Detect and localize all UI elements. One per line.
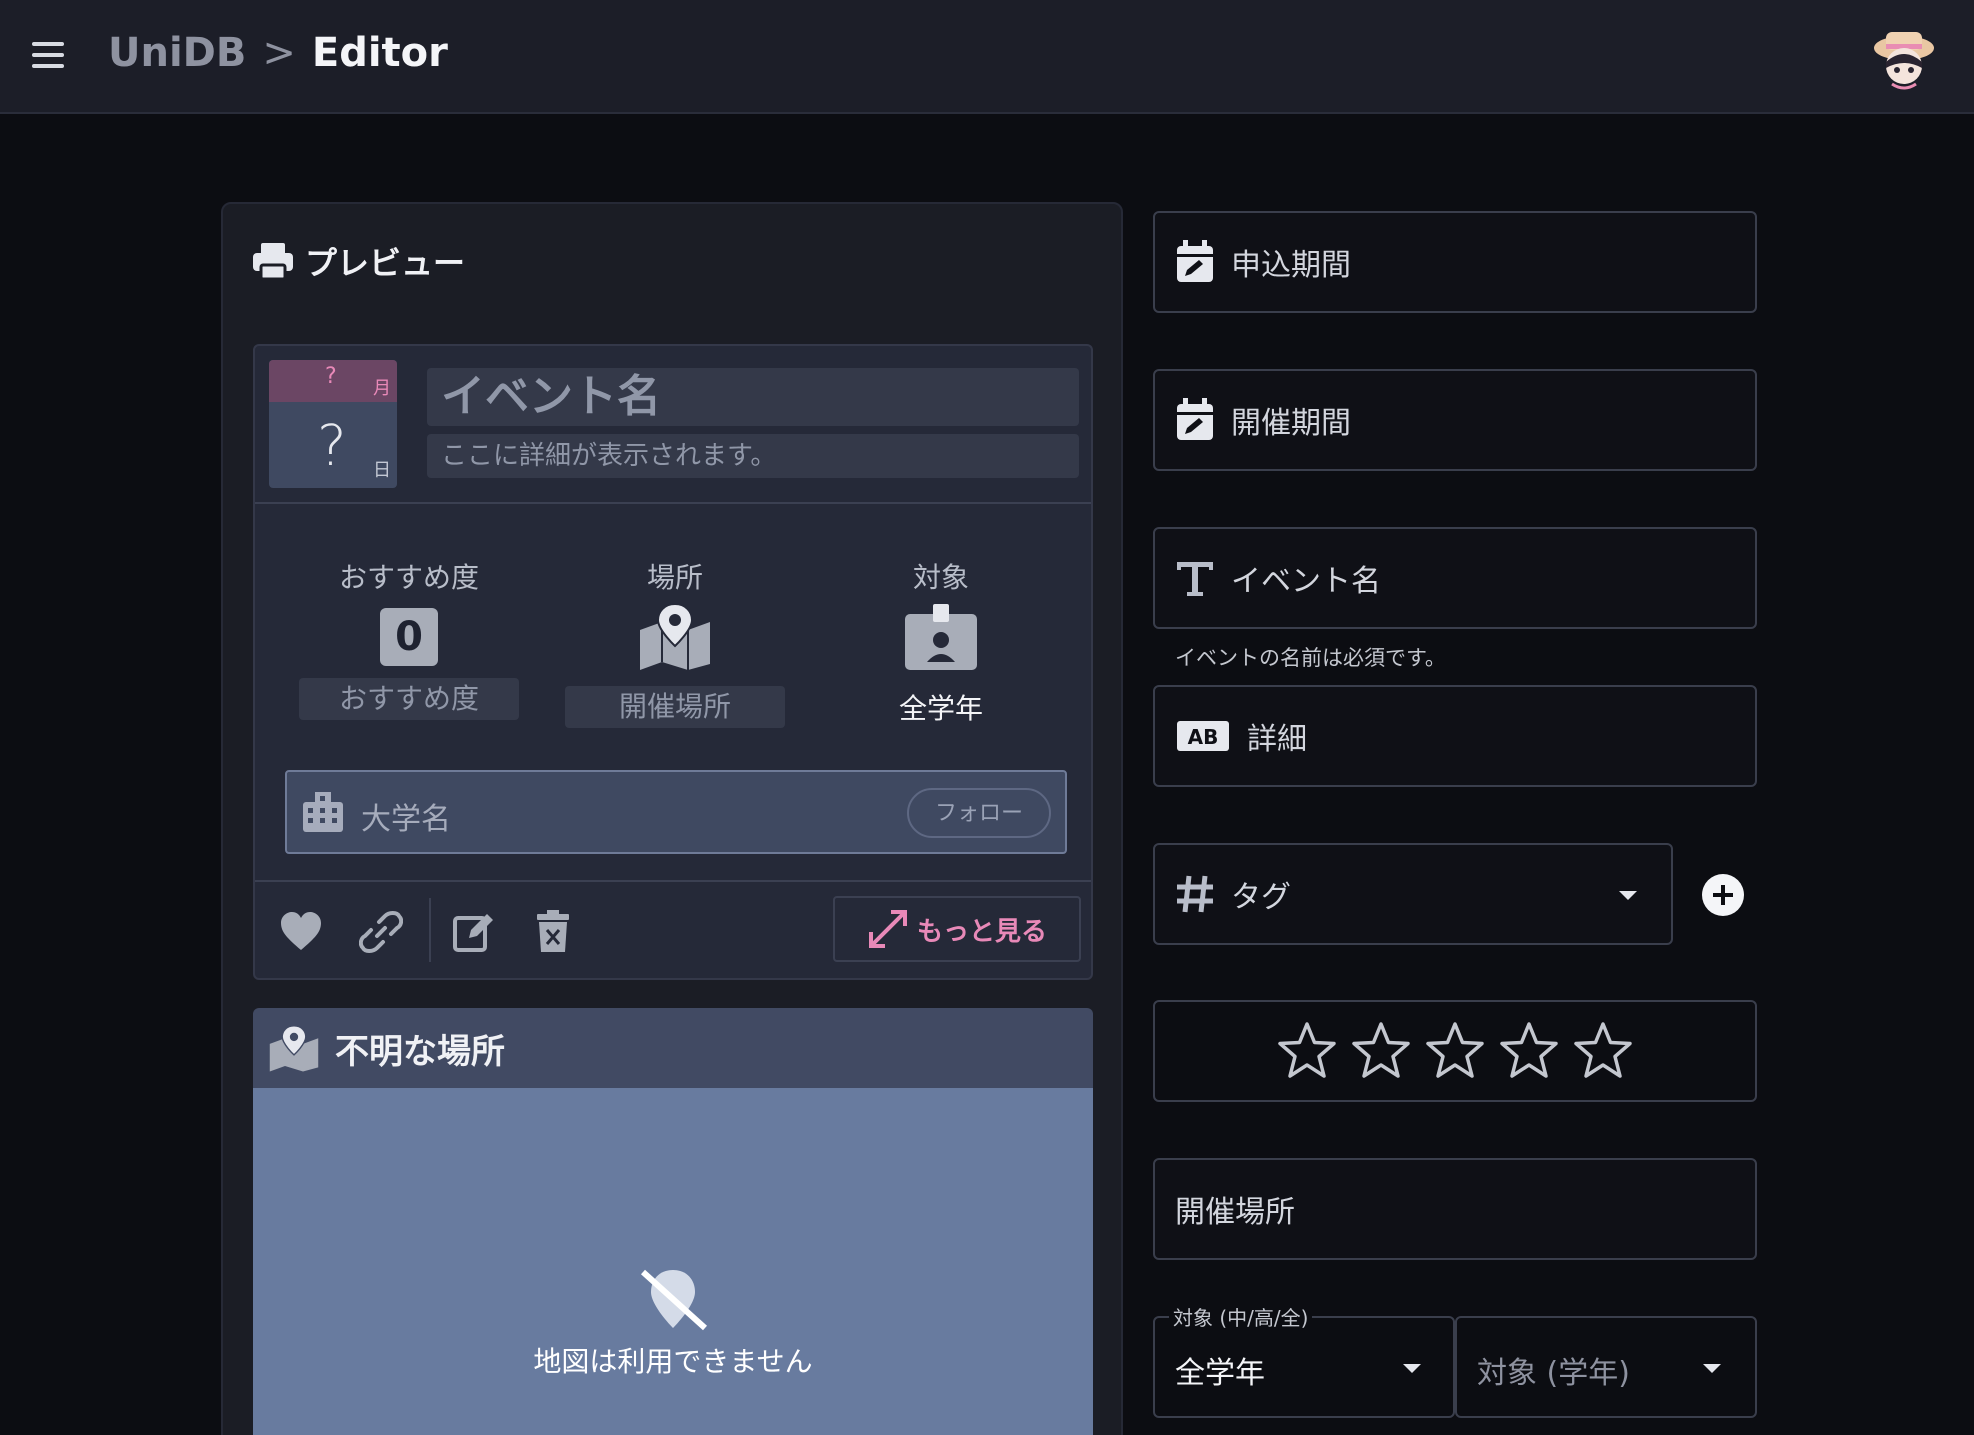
map-card: 不明な場所 地図は利用できません [253, 1008, 1093, 1435]
link-icon[interactable] [359, 910, 403, 954]
star-icon[interactable] [1350, 1020, 1412, 1082]
month-value: ? [325, 364, 337, 389]
event-name-hint: イベントの名前は必須です。 [1175, 646, 1446, 670]
hashtag-icon [1177, 875, 1213, 913]
detail-label: 詳細 [1247, 722, 1307, 757]
place-chip: 開催場所 [565, 686, 785, 728]
chevron-down-icon [1619, 891, 1637, 900]
calendar-edit-icon [1177, 398, 1213, 440]
target-level-select[interactable]: 対象 (中/高/全) 全学年 [1153, 1302, 1455, 1418]
event-name-label: イベント名 [1231, 564, 1381, 599]
application-period-field[interactable]: 申込期間 [1153, 211, 1757, 313]
breadcrumb-current: Editor [311, 30, 448, 76]
preview-panel: プレビュー ? 月 ? 日 イベント名 ここに詳細が表示されます。 おすすめ度 … [221, 202, 1123, 1435]
more-button[interactable]: もっと見る [833, 896, 1081, 962]
text-icon [1177, 562, 1213, 596]
star-icon[interactable] [1572, 1020, 1634, 1082]
target-level-legend: 対象 (中/高/全) [1169, 1302, 1313, 1331]
chevron-down-icon [1703, 1364, 1721, 1373]
target-grade-select[interactable]: 対象 (学年) [1455, 1316, 1757, 1418]
app-bar: UniDB > Editor [0, 0, 1974, 114]
map-header: 不明な場所 [253, 1008, 1093, 1088]
svg-text:AB: AB [1188, 725, 1219, 749]
breadcrumb: UniDB > Editor [108, 30, 448, 76]
ab-icon: AB [1177, 721, 1229, 751]
recommend-score: 0 [380, 608, 438, 666]
rating-stars [1153, 1000, 1757, 1102]
stat-target: 対象 全学年 [831, 556, 1051, 730]
breadcrumb-root[interactable]: UniDB [108, 30, 246, 76]
stat-recommend: おすすめ度 0 おすすめ度 [299, 556, 519, 720]
map-off-icon [640, 1269, 708, 1331]
event-period-field[interactable]: 開催期間 [1153, 369, 1757, 471]
application-period-label: 申込期間 [1231, 248, 1351, 283]
target-grade-placeholder: 対象 (学年) [1477, 1356, 1630, 1391]
event-card: ? 月 ? 日 イベント名 ここに詳細が表示されます。 おすすめ度 0 おすすめ… [253, 344, 1093, 980]
divider [255, 880, 1091, 882]
stat-target-label: 対象 [912, 561, 969, 594]
venue-label: 開催場所 [1175, 1195, 1295, 1230]
stat-place: 場所 開催場所 [565, 556, 785, 728]
edit-icon[interactable] [451, 910, 495, 954]
more-button-label: もっと見る [916, 916, 1047, 947]
stat-recommend-label: おすすめ度 [338, 561, 479, 594]
month-unit: 月 [373, 378, 391, 399]
venue-field[interactable]: 開催場所 [1153, 1158, 1757, 1260]
map-pin-icon [640, 602, 710, 670]
university-bar: 大学名 フォロー [285, 770, 1067, 854]
map-unavailable-text: 地図は利用できません [533, 1345, 813, 1378]
preview-title-text: プレビュー [305, 244, 466, 282]
printer-icon [253, 243, 293, 281]
id-badge-icon [905, 604, 977, 670]
follow-button[interactable]: フォロー [907, 788, 1051, 838]
recommend-chip: おすすめ度 [299, 678, 519, 720]
building-icon [303, 792, 343, 832]
map-area: 地図は利用できません [253, 1088, 1093, 1435]
expand-icon [868, 910, 907, 948]
preview-title: プレビュー [251, 238, 465, 284]
divider [429, 898, 431, 962]
add-tag-button[interactable] [1702, 874, 1744, 916]
detail-field[interactable]: AB 詳細 [1153, 685, 1757, 787]
day-unit: 日 [373, 460, 391, 481]
star-icon[interactable] [1276, 1020, 1338, 1082]
trash-icon[interactable] [531, 910, 575, 954]
star-icon[interactable] [1424, 1020, 1486, 1082]
university-name: 大学名 [361, 802, 451, 837]
map-pin-icon [269, 1025, 319, 1072]
menu-icon[interactable] [28, 38, 74, 76]
target-value: 全学年 [898, 692, 983, 725]
event-period-label: 開催期間 [1231, 406, 1351, 441]
date-box: ? 月 ? 日 [269, 360, 397, 488]
avatar[interactable] [1872, 22, 1936, 92]
calendar-edit-icon [1177, 240, 1213, 282]
map-title: 不明な場所 [335, 1031, 505, 1072]
star-icon[interactable] [1498, 1020, 1560, 1082]
stat-place-label: 場所 [646, 561, 703, 594]
divider [255, 502, 1091, 504]
event-name-field[interactable]: イベント名 [1153, 527, 1757, 629]
breadcrumb-separator: > [262, 30, 296, 76]
tag-label: タグ [1231, 880, 1291, 915]
target-level-value: 全学年 [1175, 1356, 1265, 1391]
day-value: ? [317, 414, 347, 479]
event-name-preview: イベント名 [427, 368, 1079, 426]
event-detail-preview: ここに詳細が表示されます。 [427, 434, 1079, 478]
chevron-down-icon [1403, 1364, 1421, 1373]
tag-select[interactable]: タグ [1153, 843, 1673, 945]
heart-icon[interactable] [279, 910, 323, 954]
